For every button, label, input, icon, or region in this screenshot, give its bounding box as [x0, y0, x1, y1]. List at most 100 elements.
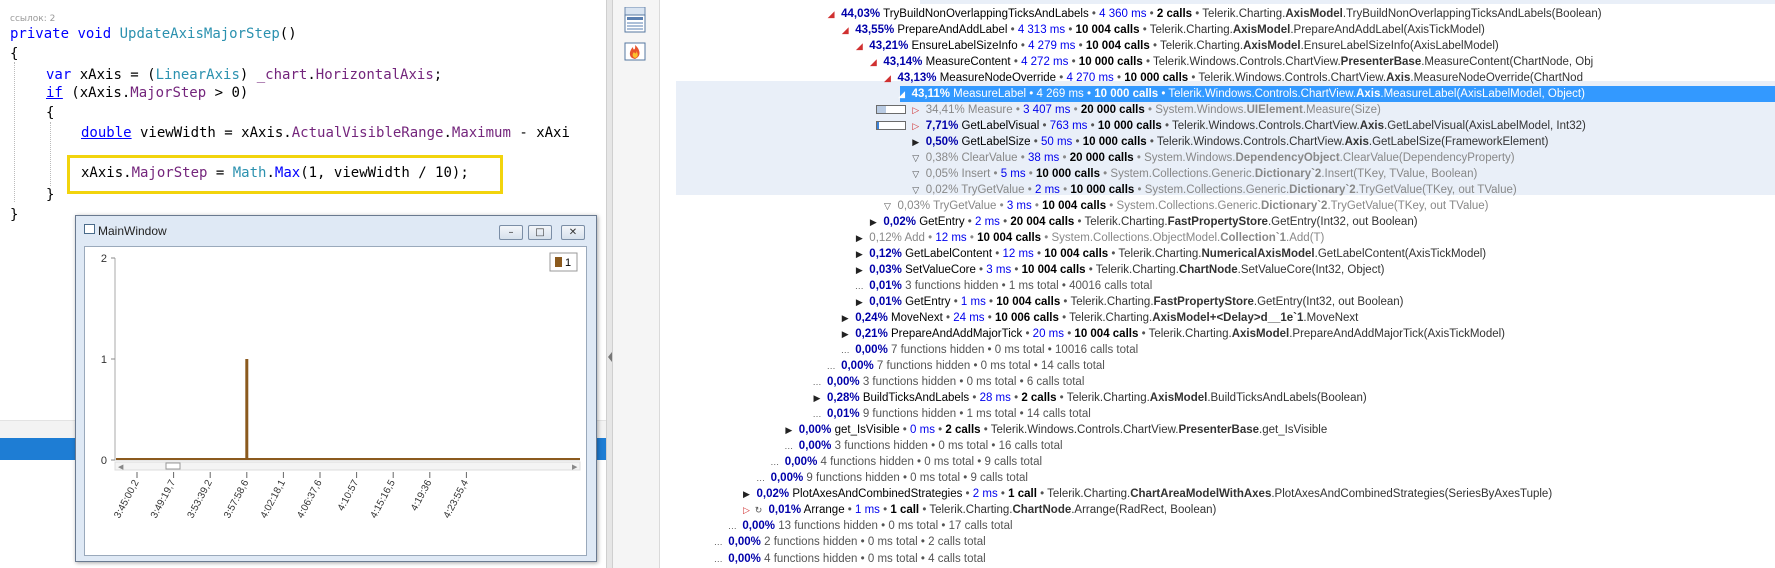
hidden-functions-row[interactable]: … 0,00% 4 functions hidden • 0 ms total •… [676, 454, 1775, 470]
collapsed-arrow-icon[interactable]: ▷ [910, 118, 922, 134]
call-tree-row[interactable]: ▶ 0,02% GetEntry • 2 ms • 20 004 calls • … [676, 214, 1775, 230]
code-line-var[interactable]: var xAxis = (LinearAxis) _chart.Horizont… [46, 66, 442, 84]
hidden-functions-row[interactable]: … 0,00% 4 functions hidden • 0 ms total •… [676, 551, 1775, 567]
class-name: Dictionary`2 [1254, 167, 1322, 180]
hidden-functions-row[interactable]: … 0,00% 9 functions hidden • 0 ms total •… [676, 470, 1775, 486]
maximize-button[interactable]: □ [528, 225, 552, 240]
function-name: Arrange [803, 504, 845, 517]
expanded-arrow-icon[interactable]: ◢ [882, 70, 894, 86]
method-signature: .GetEntry(Int32, out Boolean) [1267, 215, 1418, 228]
percent-value: 0,00% [827, 376, 860, 389]
hidden-functions-row[interactable]: … 0,01% 3 functions hidden • 1 ms total •… [676, 278, 1775, 294]
call-tree-row[interactable]: ▶ 0,00% get_IsVisible • 0 ms • 2 calls • … [676, 422, 1775, 438]
code-line-double[interactable]: double viewWidth = xAxis.ActualVisibleRa… [81, 124, 570, 142]
percent-value: 0,21% [855, 328, 888, 341]
namespace: System.Windows. [1155, 103, 1247, 116]
method-signature: .Insert(TKey, TValue, Boolean) [1321, 167, 1478, 180]
function-name: SetValueCore [905, 263, 976, 276]
call-tree-row[interactable]: ◢ 43,14% MeasureContent • 4 272 ms • 10 0… [676, 54, 1775, 70]
call-tree-row[interactable]: ▶ 0,12% Add • 12 ms • 10 004 calls • Syst… [676, 230, 1775, 246]
call-tree-row[interactable]: ▶ 0,50% GetLabelSize • 50 ms • 10 000 cal… [676, 134, 1775, 150]
collapsed-arrow-icon[interactable]: ▷ [910, 102, 922, 118]
class-name: AxisModel [1231, 328, 1290, 341]
hidden-functions-row[interactable]: … 0,00% 3 functions hidden • 0 ms total •… [676, 374, 1775, 390]
call-tree-row[interactable]: ◢ 43,13% MeasureNodeOverride • 4 270 ms •… [676, 70, 1775, 86]
code-text: - xAxi [510, 125, 570, 141]
qualified-method: System.Windows.DependencyObject.ClearVal… [1144, 152, 1515, 164]
expanded-arrow-icon[interactable]: ◢ [853, 38, 865, 54]
collapsed-arrow-icon[interactable]: ▶ [741, 486, 753, 502]
filtered-icon: ▽ [912, 184, 920, 195]
separator: • [1144, 103, 1156, 116]
code-keyword: void [77, 26, 112, 42]
collapsed-arrow-icon[interactable]: ▶ [910, 134, 922, 150]
collapsed-arrow-icon[interactable]: ▷ [741, 502, 753, 518]
hot-path-view-button[interactable] [623, 40, 647, 64]
class-name: ChartAreaModelWithAxes [1130, 488, 1272, 501]
hidden-functions-row[interactable]: … 0,00% 7 functions hidden • 0 ms total •… [676, 342, 1775, 358]
class-name: AxisModel [1232, 23, 1291, 36]
pane-splitter[interactable] [606, 0, 613, 568]
code-line-brace-open-2[interactable]: { [46, 104, 54, 122]
hidden-functions-row[interactable]: … 0,00% 13 functions hidden • 0 ms total … [676, 518, 1775, 534]
call-tree-row[interactable]: ◢ 43,21% EnsureLabelSizeInfo • 4 279 ms •… [676, 38, 1775, 54]
collapsed-arrow-icon[interactable]: ▶ [853, 230, 865, 246]
call-tree-row[interactable]: ▶ 0,02% PlotAxesAndCombinedStrategies • 2… [676, 486, 1775, 502]
call-count: 10 000 calls [1082, 135, 1147, 148]
hidden-functions-row[interactable]: … 0,00% 3 functions hidden • 0 ms total •… [676, 438, 1775, 454]
expanded-arrow-icon[interactable]: ◢ [896, 86, 908, 102]
call-tree-row[interactable]: ◢ 43,11% MeasureLabel • 4 269 ms • 10 000… [898, 85, 1775, 102]
call-tree-row[interactable]: ▷ ↻ 0,01% Arrange • 1 ms • 1 call • Teleri… [676, 502, 1775, 518]
collapsed-arrow-icon[interactable]: ▶ [867, 214, 879, 230]
collapsed-arrow-icon[interactable]: ▶ [839, 310, 851, 326]
code-line-signature[interactable]: private void UpdateAxisMajorStep() [10, 25, 297, 43]
collapsed-arrow-icon[interactable]: ▶ [839, 326, 851, 342]
row-text: 0,03% TryGetValue • 3 ms • 10 004 calls … [898, 198, 1489, 214]
hidden-functions-row[interactable]: … 0,00% 2 functions hidden • 0 ms total •… [676, 534, 1775, 550]
code-line-brace-open[interactable]: { [10, 45, 18, 63]
code-line-brace-close[interactable]: } [10, 206, 18, 224]
call-tree-row[interactable]: ▷ 34,41% Measure • 3 407 ms • 20 000 call… [676, 102, 1775, 118]
chart-area[interactable]: 2 1 0 3:45:00,2 3:49:19,7 3:53:39,2 3:57:58,6 4… [84, 246, 587, 556]
qualified-method: Telerik.Charting.AxisModel.PrepareAndAdd… [1150, 24, 1485, 36]
call-tree-row[interactable]: ◢ 44,03% TryBuildNonOverlappingTicksAndLa… [676, 6, 1775, 22]
minimize-button[interactable]: – [499, 225, 523, 240]
call-tree-row[interactable]: ▽ 0,05% Insert • 5 ms • 10 000 calls • Sy… [676, 166, 1775, 182]
call-tree-row[interactable]: ▽ 0,02% TryGetValue • 2 ms • 10 000 calls… [676, 182, 1775, 198]
call-tree-view-button[interactable] [623, 12, 647, 36]
call-tree-row[interactable]: ▽ 0,03% TryGetValue • 3 ms • 10 004 calls… [676, 198, 1775, 214]
call-tree-row[interactable]: ▶ 0,03% SetValueCore • 3 ms • 10 004 call… [676, 262, 1775, 278]
call-tree-row[interactable]: ▶ 0,01% GetEntry • 1 ms • 10 004 calls • … [676, 294, 1775, 310]
close-button[interactable]: ✕ [561, 225, 585, 240]
call-tree-row[interactable]: ▶ 0,24% MoveNext • 24 ms • 10 006 calls •… [676, 310, 1775, 326]
time-value: 38 ms [1027, 151, 1060, 164]
call-tree-row[interactable]: ▶ 0,21% PrepareAndAddMajorTick • 20 ms • … [676, 326, 1775, 342]
expanded-arrow-icon[interactable]: ◢ [839, 22, 851, 38]
main-window[interactable]: MainWindow – □ ✕ 2 1 0 3:45:00,2 3:49:19,7 3:… [75, 215, 597, 562]
call-tree-row[interactable]: ▶ 0,28% BuildTicksAndLabels • 28 ms • 2 c… [676, 390, 1775, 406]
code-line-brace-close-2[interactable]: } [46, 186, 54, 204]
expanded-arrow-icon[interactable]: ◢ [825, 6, 837, 22]
row-text: 0,24% MoveNext • 24 ms • 10 006 calls • … [855, 310, 1358, 326]
collapse-arrow-icon[interactable] [608, 352, 612, 362]
collapsed-arrow-icon[interactable]: ▶ [853, 262, 865, 278]
collapsed-arrow-icon[interactable]: ▶ [811, 390, 823, 406]
expanded-arrow-icon[interactable]: ◢ [867, 54, 879, 70]
call-tree-row[interactable]: ▶ 0,12% GetLabelContent • 12 ms • 10 004 … [676, 246, 1775, 262]
code-line-if[interactable]: if (xAxis.MajorStep > 0) [46, 84, 248, 102]
collapsed-arrow-icon[interactable]: ▶ [783, 422, 795, 438]
profiler-call-tree[interactable]: ◢ 44,03% TryBuildNonOverlappingTicksAndLa… [676, 0, 1775, 568]
hidden-functions-row[interactable]: … 0,00% 7 functions hidden • 0 ms total •… [676, 358, 1775, 374]
collapsed-arrow-icon[interactable]: ▶ [853, 294, 865, 310]
call-tree-row[interactable]: ▽ 0,38% ClearValue • 38 ms • 20 000 calls… [676, 150, 1775, 166]
row-text: 0,12% GetLabelContent • 12 ms • 10 004 c… [869, 246, 1486, 262]
hidden-functions-row[interactable]: … 0,01% 9 functions hidden • 1 ms total •… [676, 406, 1775, 422]
bar-chart[interactable]: 2 1 0 3:45:00,2 3:49:19,7 3:53:39,2 3:57:58,6 4… [85, 247, 587, 556]
namespace: System.Collections.Generic. [1116, 199, 1261, 212]
call-tree-row[interactable]: ▷ 7,71% GetLabelVisual • 763 ms • 10 000 … [676, 118, 1775, 134]
call-tree-row[interactable]: ◢ 43,55% PrepareAndAddLabel • 4 313 ms • … [676, 22, 1775, 38]
scroll-left-icon: ◀ [118, 463, 124, 471]
row-text: 34,41% Measure • 3 407 ms • 20 000 calls… [926, 102, 1381, 118]
collapsed-arrow-icon[interactable]: ▶ [853, 246, 865, 262]
code-text: ; [433, 67, 443, 83]
